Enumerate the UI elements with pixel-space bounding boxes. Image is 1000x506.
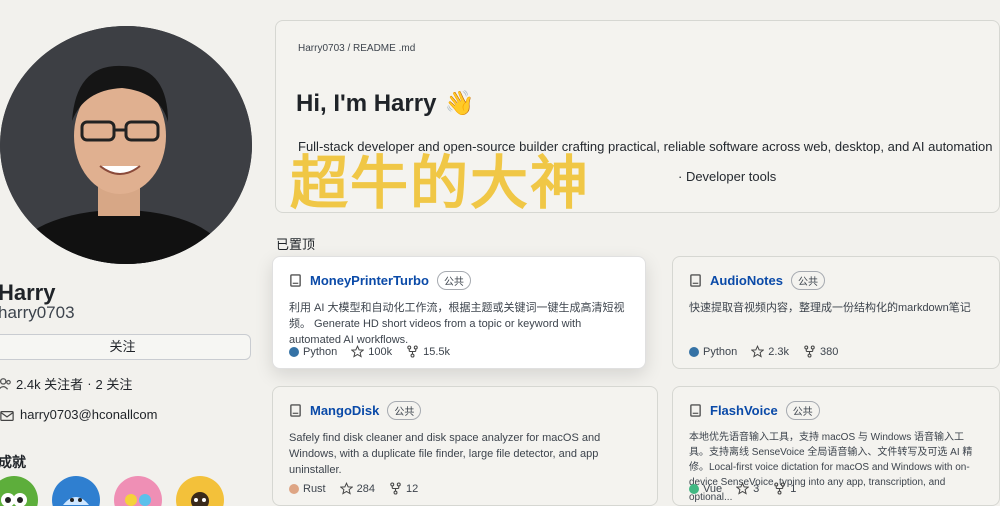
stars-count: 2.3k [768, 345, 790, 358]
forks-count: 380 [820, 345, 839, 358]
repo-icon [689, 402, 702, 420]
follow-button[interactable]: 关注 [0, 334, 251, 360]
forks-count: 12 [405, 482, 419, 495]
pinned-repo-card[interactable]: FlashVoice 公共 本地优先语音输入工具，支持 macOS 与 Wind… [672, 386, 1000, 506]
repo-name-link[interactable]: FlashVoice [710, 403, 778, 418]
achievement-badge-shark[interactable] [52, 476, 100, 506]
repo-meta: Rust 284 12 [289, 482, 418, 495]
repo-forks[interactable]: 380 [803, 345, 838, 358]
repo-meta: Vue 3 1 [689, 482, 796, 495]
fork-icon [774, 482, 786, 495]
repo-stars[interactable]: 100k [351, 345, 392, 358]
overlay-caption: 超牛的大神 [290, 149, 591, 217]
repo-forks[interactable]: 1 [773, 482, 796, 495]
repo-description: Safely find disk cleaner and disk space … [289, 432, 601, 476]
repo-forks[interactable]: 15.5k [406, 345, 450, 358]
pinned-section-title: 已置顶 [276, 237, 316, 252]
language-color-dot [689, 346, 699, 357]
achievements-title: 成就 [0, 454, 26, 470]
achievement-badge-yolo[interactable] [114, 476, 162, 506]
repo-language: Rust [303, 482, 326, 495]
repo-icon [689, 272, 702, 290]
star-icon [736, 482, 750, 495]
fork-icon [390, 482, 401, 495]
readme-greeting: Hi, I'm Harry [296, 89, 437, 117]
achievements-row [0, 476, 224, 506]
repo-name-link[interactable]: AudioNotes [710, 273, 783, 288]
repo-meta: Python 2.3k 380 [689, 345, 838, 358]
follow-stats: 2.4k 关注者 · 2 关注 [0, 374, 132, 393]
repo-stars[interactable]: 3 [736, 482, 759, 495]
repo-icon [289, 272, 302, 290]
repo-description: 利用 AI 大模型和自动化工作流，根据主题或关键词一键生成高清短视频。 Gene… [289, 302, 625, 346]
pinned-repo-card[interactable]: MoneyPrinterTurbo 公共 利用 AI 大模型和自动化工作流，根据… [272, 256, 646, 369]
stars-count: 284 [356, 482, 375, 495]
forks-count: 1 [790, 482, 797, 495]
stars-count: 3 [753, 482, 760, 495]
pinned-repo-card[interactable]: AudioNotes 公共 快速提取音视频内容，整理成一份结构化的markdow… [672, 256, 1000, 369]
following-link[interactable]: 2 关注 [96, 374, 133, 393]
forks-count: 15.5k [423, 345, 451, 358]
star-icon [751, 345, 765, 358]
pinned-repo-card[interactable]: MangoDisk 公共 Safely find disk cleaner an… [272, 386, 658, 506]
waving-hand-icon: 👋 [444, 90, 475, 117]
mail-icon [0, 407, 14, 422]
repo-language: Python [303, 345, 338, 358]
star-icon [339, 482, 353, 495]
stars-count: 100k [368, 345, 393, 358]
visibility-badge: 公共 [790, 271, 825, 290]
fork-icon [804, 345, 815, 358]
readme-breadcrumb[interactable]: Harry0703 / README .md [298, 43, 415, 54]
repo-language: Vue [703, 482, 723, 495]
language-color-dot [289, 346, 299, 357]
star-icon [351, 345, 365, 358]
repo-stars[interactable]: 284 [339, 482, 375, 495]
visibility-badge: 公共 [436, 271, 471, 290]
language-color-dot [689, 483, 699, 494]
avatar[interactable] [0, 26, 252, 264]
repo-meta: Python 100k 15.5k [289, 345, 450, 358]
language-color-dot [289, 483, 299, 494]
repo-icon [289, 402, 302, 420]
readme-heading: Hi, I'm Harry 👋 [296, 89, 474, 118]
fork-icon [407, 345, 418, 358]
followers-link[interactable]: 2.4k 关注者 [16, 374, 83, 393]
profile-email[interactable]: harry0703@hconallcom [0, 407, 158, 422]
visibility-badge: 公共 [785, 401, 820, 420]
repo-forks[interactable]: 12 [389, 482, 418, 495]
repo-name-link[interactable]: MoneyPrinterTurbo [310, 273, 429, 288]
readme-extra: · Developer tools [678, 169, 777, 184]
repo-description: 快速提取音视频内容，整理成一份结构化的markdown笔记 [689, 302, 971, 314]
repo-language: Python [703, 345, 738, 358]
profile-login: harry0703 [0, 303, 75, 322]
email-text[interactable]: harry0703@hconallcom [20, 407, 158, 422]
repo-stars[interactable]: 2.3k [751, 345, 789, 358]
repo-name-link[interactable]: MangoDisk [310, 403, 379, 418]
achievement-badge-pair[interactable] [0, 476, 38, 506]
people-icon [0, 376, 12, 392]
visibility-badge: 公共 [387, 401, 422, 420]
stats-separator: · [87, 376, 92, 391]
achievement-badge-quickdraw[interactable] [176, 476, 224, 506]
